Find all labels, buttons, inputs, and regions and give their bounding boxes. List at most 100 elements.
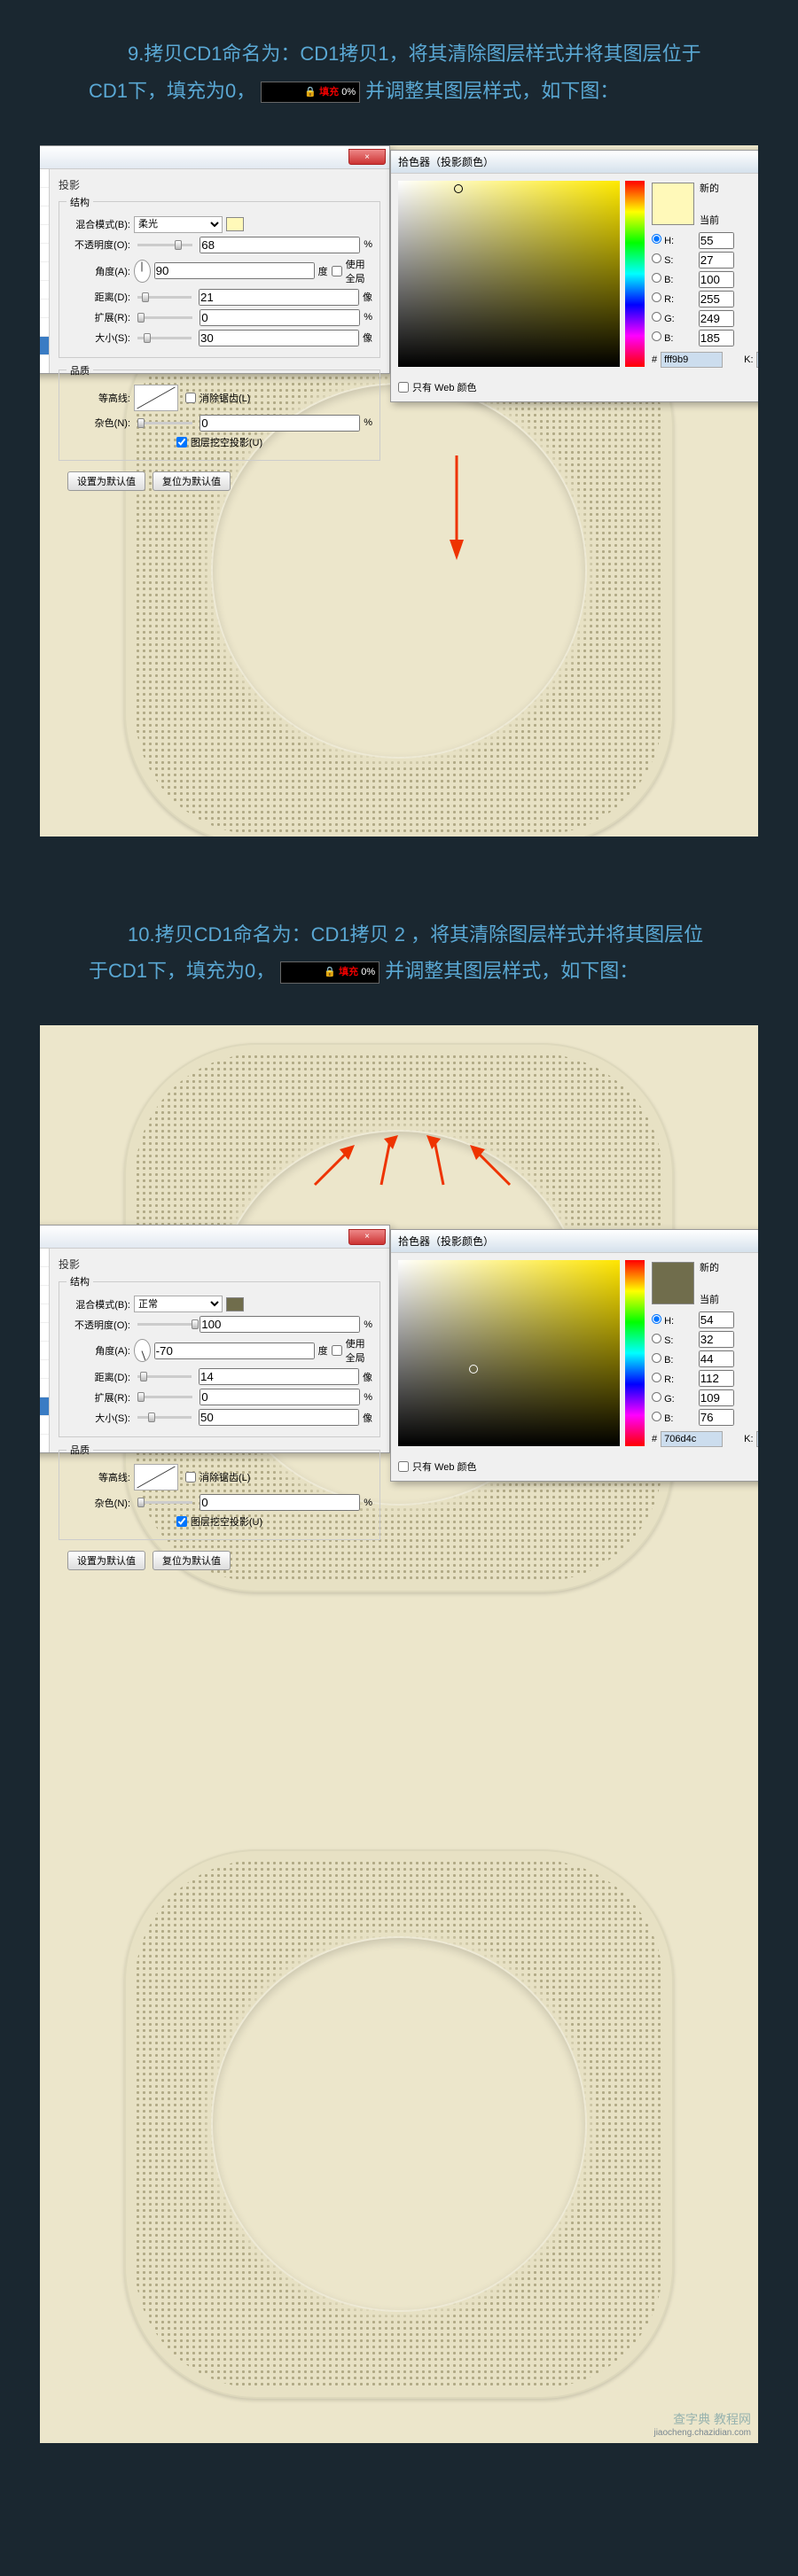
size-input[interactable]: [199, 1409, 359, 1426]
sidebar-item[interactable]: 加: [40, 281, 49, 300]
close-icon[interactable]: ×: [348, 1229, 386, 1245]
set-default-button[interactable]: 设置为默认值: [67, 471, 145, 491]
angle-input[interactable]: [154, 262, 315, 279]
contour-picker[interactable]: [134, 385, 178, 411]
blend-mode-select[interactable]: 正常: [134, 1296, 223, 1312]
size-input[interactable]: [199, 330, 359, 346]
h-input[interactable]: [699, 232, 734, 249]
web-only-checkbox[interactable]: [398, 382, 409, 393]
hue-strip[interactable]: [625, 1260, 645, 1446]
contour-picker[interactable]: [134, 1464, 178, 1490]
set-default-button[interactable]: 设置为默认值: [67, 1551, 145, 1570]
reset-default-button[interactable]: 复位为默认值: [153, 1551, 231, 1570]
bc-input[interactable]: [699, 330, 734, 346]
sidebar-item[interactable]: 加: [40, 1360, 49, 1379]
sidebar-item[interactable]: 光: [40, 1416, 49, 1435]
blend-mode-select[interactable]: 柔光: [134, 216, 223, 233]
sidebar-item[interactable]: 顶:自定: [40, 1249, 49, 1267]
k-input[interactable]: [756, 352, 758, 368]
shadow-color-swatch[interactable]: [226, 217, 244, 231]
distance-input[interactable]: [199, 289, 359, 306]
hex-input[interactable]: [661, 1431, 723, 1447]
opacity-input[interactable]: [200, 237, 360, 253]
bv-input[interactable]: [699, 1350, 734, 1367]
web-only-checkbox[interactable]: [398, 1461, 409, 1472]
bc-radio[interactable]: [652, 1412, 661, 1421]
noise-input[interactable]: [200, 1494, 360, 1511]
size-slider[interactable]: [137, 1416, 192, 1419]
s-input[interactable]: [699, 1331, 734, 1348]
angle-input[interactable]: [154, 1342, 315, 1359]
color-field[interactable]: [398, 181, 620, 367]
global-light-checkbox[interactable]: [332, 1345, 342, 1356]
reset-default-button[interactable]: 复位为默认值: [153, 471, 231, 491]
sidebar-item[interactable]: 和浮雕: [40, 188, 49, 206]
sidebar-item[interactable]: 理: [40, 1304, 49, 1323]
distance-slider[interactable]: [137, 1375, 192, 1378]
spread-input[interactable]: [200, 1389, 360, 1405]
dialog-titlebar[interactable]: 投影 ×: [40, 146, 389, 169]
sidebar-item[interactable]: 边: [40, 1323, 49, 1342]
knockout-checkbox[interactable]: [176, 437, 187, 447]
sidebar-item[interactable]: 叠加: [40, 1397, 49, 1416]
spread-slider[interactable]: [137, 1396, 192, 1398]
opacity-slider[interactable]: [137, 1323, 192, 1326]
spread-input[interactable]: [200, 309, 360, 326]
h-radio[interactable]: [652, 1314, 661, 1324]
r-input[interactable]: [699, 291, 734, 307]
sidebar-item[interactable]: 叠加: [40, 300, 49, 318]
bc-input[interactable]: [699, 1409, 734, 1426]
shadow-color-swatch[interactable]: [226, 1297, 244, 1311]
hue-strip[interactable]: [625, 181, 645, 367]
g-input[interactable]: [699, 1389, 734, 1406]
s-radio[interactable]: [652, 1334, 661, 1343]
b-radio[interactable]: [652, 273, 661, 283]
h-input[interactable]: [699, 1311, 734, 1328]
spread-slider[interactable]: [137, 316, 192, 319]
color-field[interactable]: [398, 1260, 620, 1446]
antialias-checkbox[interactable]: [185, 393, 196, 403]
distance-slider[interactable]: [137, 296, 192, 299]
g-input[interactable]: [699, 310, 734, 327]
size-slider[interactable]: [137, 337, 192, 339]
sidebar-item[interactable]: 高线: [40, 1286, 49, 1304]
sidebar-item[interactable]: 叠加: [40, 318, 49, 337]
r-radio[interactable]: [652, 292, 661, 302]
hex-input[interactable]: [661, 352, 723, 368]
k-input[interactable]: [756, 1431, 758, 1447]
picker-titlebar[interactable]: 拾色器（投影颜色）: [391, 1230, 758, 1253]
sidebar-item[interactable]: 边: [40, 244, 49, 262]
g-radio[interactable]: [652, 312, 661, 322]
r-radio[interactable]: [652, 1373, 661, 1382]
sidebar-item[interactable]: 高线: [40, 206, 49, 225]
knockout-checkbox[interactable]: [176, 1516, 187, 1527]
sidebar-item[interactable]: 光: [40, 337, 49, 355]
sidebar-item[interactable]: 和浮雕: [40, 1267, 49, 1286]
distance-input[interactable]: [199, 1368, 359, 1385]
angle-dial[interactable]: [134, 1339, 151, 1362]
picker-titlebar[interactable]: 拾色器（投影颜色）: [391, 151, 758, 174]
dialog-titlebar[interactable]: 投影 ×: [40, 1226, 389, 1249]
angle-dial[interactable]: [134, 260, 151, 283]
sidebar-item[interactable]: 加: [40, 1342, 49, 1360]
close-icon[interactable]: ×: [348, 149, 386, 165]
sidebar-item[interactable]: 理: [40, 225, 49, 244]
b-radio[interactable]: [652, 1353, 661, 1363]
bv-input[interactable]: [699, 271, 734, 288]
sidebar-item[interactable]: 加: [40, 262, 49, 281]
noise-input[interactable]: [200, 415, 360, 432]
s-radio[interactable]: [652, 253, 661, 263]
opacity-slider[interactable]: [137, 244, 192, 246]
sidebar-item[interactable]: 叠加: [40, 1379, 49, 1397]
bc-radio[interactable]: [652, 331, 661, 341]
s-input[interactable]: [699, 252, 734, 268]
opacity-input[interactable]: [200, 1316, 360, 1333]
noise-slider[interactable]: [137, 1501, 192, 1504]
h-radio[interactable]: [652, 234, 661, 244]
noise-slider[interactable]: [137, 422, 192, 424]
r-input[interactable]: [699, 1370, 734, 1387]
antialias-checkbox[interactable]: [185, 1472, 196, 1483]
global-light-checkbox[interactable]: [332, 266, 342, 276]
g-radio[interactable]: [652, 1392, 661, 1402]
sidebar-item[interactable]: 顶:自定: [40, 169, 49, 188]
